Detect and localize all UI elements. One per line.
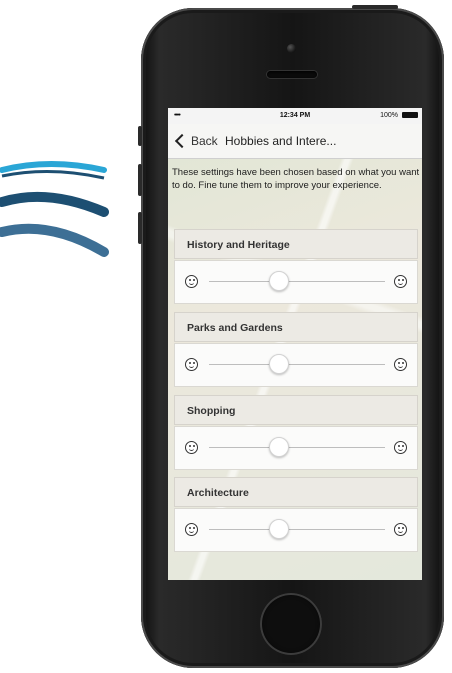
happy-face-icon [394,441,407,454]
volume-down-button [138,212,142,244]
slider-thumb[interactable] [269,519,290,539]
page-title: Hobbies and Intere... [225,134,337,148]
slider-track[interactable] [209,281,385,282]
wave-logo [0,161,109,257]
slider-thumb[interactable] [269,271,290,291]
mute-switch [138,126,142,146]
home-button[interactable] [260,593,322,655]
preference-slider-row [174,343,418,387]
preference-card-history: History and Heritage [174,229,418,309]
intro-text: These settings have been chosen based on… [172,167,420,191]
slider-track[interactable] [209,529,385,530]
status-bar: •••• 12:34 PM 100% [168,108,422,124]
sad-face-icon [185,523,198,536]
navigation-bar: Back Hobbies and Intere... [168,124,422,159]
sad-face-icon [185,275,198,288]
preference-header: Architecture [174,477,418,507]
chevron-left-icon [174,133,190,149]
slider-track[interactable] [209,364,385,365]
sad-face-icon [185,441,198,454]
preference-label: History and Heritage [187,239,290,251]
preference-label: Parks and Gardens [187,322,283,334]
preference-slider-row [174,426,418,470]
happy-face-icon [394,523,407,536]
volume-up-button [138,164,142,196]
preference-header: Shopping [174,395,418,425]
back-label: Back [191,134,218,148]
preference-card-shopping: Shopping [174,395,418,475]
power-button [352,5,398,9]
slider-track[interactable] [209,447,385,448]
slider-thumb[interactable] [269,437,290,457]
earpiece-speaker [267,71,317,78]
happy-face-icon [394,358,407,371]
app-screen: •••• 12:34 PM 100% Back Hobbies and Inte… [168,108,422,580]
front-camera [287,44,296,53]
sad-face-icon [185,358,198,371]
preference-label: Architecture [187,487,249,499]
preference-header: History and Heritage [174,229,418,259]
preference-slider-row [174,508,418,552]
preference-header: Parks and Gardens [174,312,418,342]
preference-card-architecture: Architecture [174,477,418,557]
battery-icon [402,112,418,118]
battery-percent: 100% [380,112,398,119]
preference-label: Shopping [187,405,236,417]
preference-card-parks: Parks and Gardens [174,312,418,392]
back-button[interactable]: Back [174,132,218,150]
slider-thumb[interactable] [269,354,290,374]
preference-slider-row [174,260,418,304]
happy-face-icon [394,275,407,288]
